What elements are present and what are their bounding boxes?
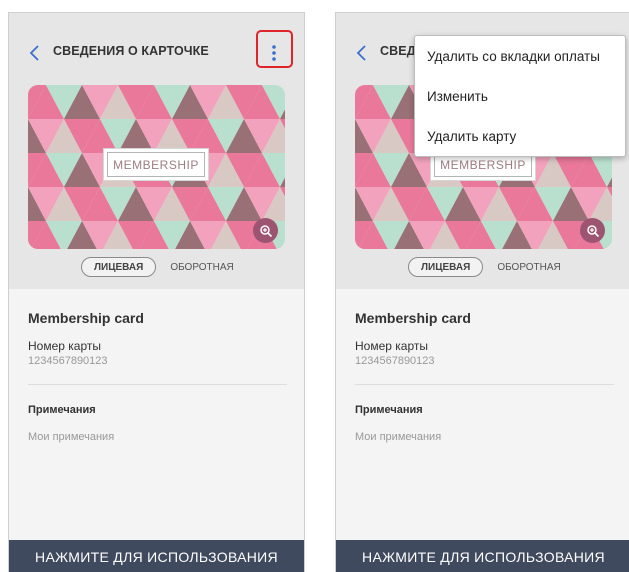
card-image[interactable]: MEMBERSHIP [28,85,285,249]
page-title: СВЕДЕНИЯ О КАРТОЧКЕ [53,44,209,58]
notes-label: Примечания [28,404,96,416]
menu-item-delete-card[interactable]: Удалить карту [415,116,625,156]
tap-to-use-button[interactable]: НАЖМИТЕ ДЛЯ ИСПОЛЬЗОВАНИЯ [9,540,304,572]
card-name: Membership card [28,310,144,326]
front-side-button[interactable]: ЛИЦЕВАЯ [408,257,484,277]
card-logo-text: MEMBERSHIP [107,152,205,177]
chevron-left-icon [29,45,39,61]
card-name: Membership card [355,310,471,326]
chevron-left-icon [356,45,366,61]
card-number-label: Номер карты [355,339,428,353]
front-side-button[interactable]: ЛИЦЕВАЯ [81,257,157,277]
card-logo: MEMBERSHIP [103,148,209,181]
more-vertical-icon [272,45,276,61]
tap-to-use-button[interactable]: НАЖМИТЕ ДЛЯ ИСПОЛЬЗОВАНИЯ [336,540,629,572]
card-side-toggle: ЛИЦЕВАЯ ОБОРОТНАЯ [408,257,561,277]
back-side-button[interactable]: ОБОРОТНАЯ [170,262,233,273]
phone-screen-card-details-menu: СВЕДЕНИЯ О КАРТОЧКЕ MEMBERSHIP ЛИЦЕВАЯ О… [335,12,629,572]
menu-item-edit[interactable]: Изменить [415,76,625,116]
back-button[interactable] [350,41,374,65]
back-button[interactable] [23,41,47,65]
zoom-in-icon [259,224,272,237]
more-options-button[interactable] [260,39,288,67]
card-number-value: 1234567890123 [28,355,108,367]
menu-item-remove-from-pay[interactable]: Удалить со вкладки оплаты [415,36,625,76]
divider [355,384,614,385]
notes-label: Примечания [355,404,423,416]
overflow-menu: Удалить со вкладки оплаты Изменить Удали… [414,35,626,157]
notes-value: Мои примечания [355,431,442,443]
divider [28,384,287,385]
card-number-value: 1234567890123 [355,355,435,367]
card-side-toggle: ЛИЦЕВАЯ ОБОРОТНАЯ [81,257,234,277]
card-number-label: Номер карты [28,339,101,353]
zoom-in-icon [586,224,599,237]
zoom-button[interactable] [580,218,605,243]
phone-screen-card-details: СВЕДЕНИЯ О КАРТОЧКЕ MEMBERSHIP ЛИЦЕВАЯ О… [8,12,305,572]
back-side-button[interactable]: ОБОРОТНАЯ [497,262,560,273]
notes-value: Мои примечания [28,431,115,443]
zoom-button[interactable] [253,218,278,243]
